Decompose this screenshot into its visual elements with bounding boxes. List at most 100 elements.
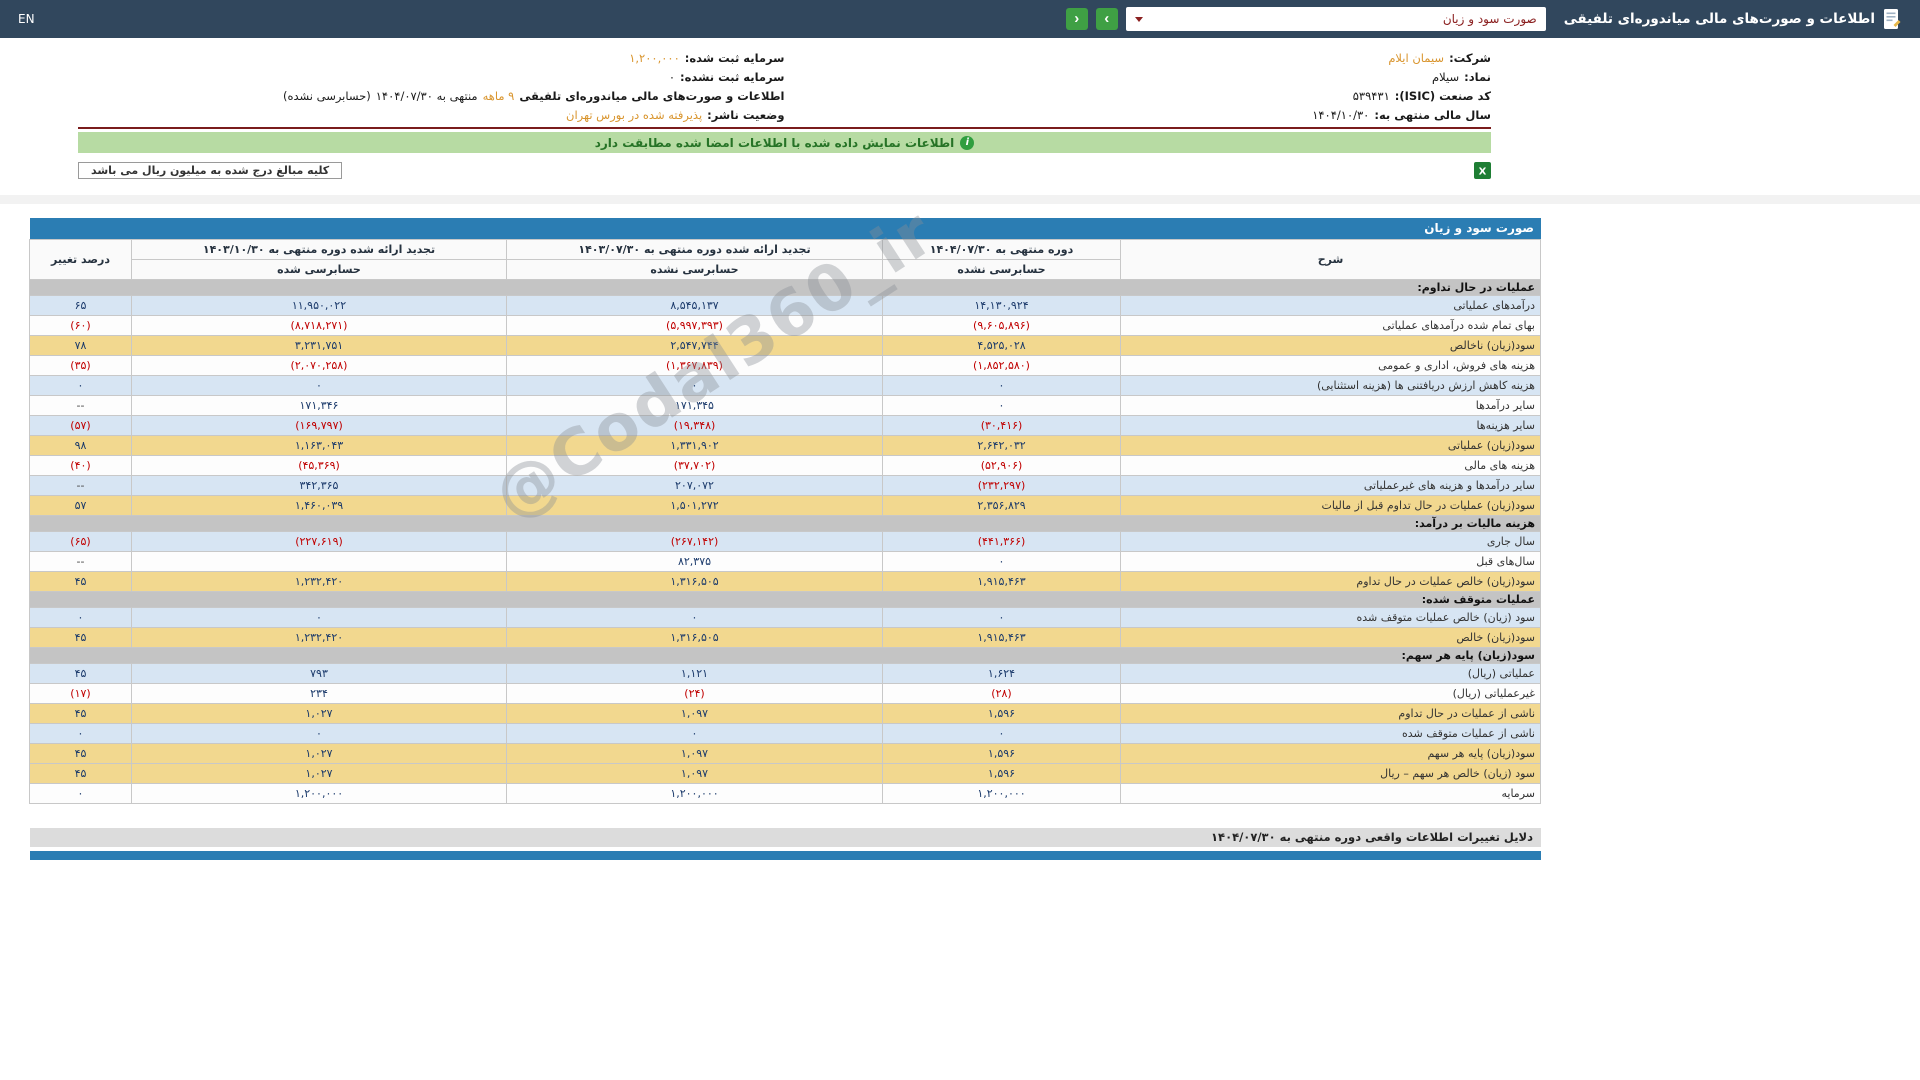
section-label: سود(زیان) پایه هر سهم: <box>30 648 1541 664</box>
row-label: سرمایه <box>1121 784 1541 804</box>
value-cell: ۱,۵۰۱,۲۷۲ <box>507 496 883 516</box>
value-cell: ۰ <box>883 552 1121 572</box>
value-cell: ۱,۹۱۵,۴۶۳ <box>883 628 1121 648</box>
statement-row: سود(زیان) عملیات در حال تداوم قبل از مال… <box>30 496 1541 516</box>
statement-table: شرحدوره منتهی به ۱۴۰۴/۰۷/۳۰تجدید ارائه ش… <box>29 239 1541 804</box>
row-label: سال جاری <box>1121 532 1541 552</box>
value-cell: ۰ <box>507 724 883 744</box>
info-label: وضعیت ناشر: <box>707 108 784 122</box>
audit-subheader: حسابرسی شده <box>132 260 507 280</box>
statement-table-section: صورت سود و زیان شرحدوره منتهی به ۱۴۰۴/۰۷… <box>30 218 1541 804</box>
value-cell: ۲,۵۴۷,۷۴۴ <box>507 336 883 356</box>
value-cell: ۱,۵۹۶ <box>883 764 1121 784</box>
statement-row: سود (زیان) خالص عملیات متوقف شده۰۰۰۰ <box>30 608 1541 628</box>
info-value: ۱۴۰۴/۱۰/۳۰ <box>1312 108 1369 122</box>
value-cell: ۱,۰۹۷ <box>507 704 883 724</box>
svg-text:X: X <box>1479 167 1487 178</box>
change-cell: ۴۵ <box>30 704 132 724</box>
row-label: سود(زیان) عملیات در حال تداوم قبل از مال… <box>1121 496 1541 516</box>
value-cell: ۱,۲۰۰,۰۰۰ <box>883 784 1121 804</box>
value-cell: (۹,۶۰۵,۸۹۶) <box>883 316 1121 336</box>
value-cell: ۳,۲۳۱,۷۵۱ <box>132 336 507 356</box>
statement-row: ناشی از عملیات متوقف شده۰۰۰۰ <box>30 724 1541 744</box>
column-header: تجدید ارائه شده دوره منتهی به ۱۴۰۳/۰۷/۳۰ <box>507 240 883 260</box>
excel-export-icon[interactable]: X <box>1474 162 1491 179</box>
change-cell: ۷۸ <box>30 336 132 356</box>
language-toggle[interactable]: EN <box>18 12 35 26</box>
info-value: (حسابرسی نشده) <box>283 89 371 103</box>
statement-row: عملیاتی (ریال)۱,۶۲۴۱,۱۲۱۷۹۳۴۵ <box>30 664 1541 684</box>
row-label: سود(زیان) پایه هر سهم <box>1121 744 1541 764</box>
value-cell: ۱,۹۱۵,۴۶۳ <box>883 572 1121 592</box>
value-cell: (۲۸) <box>883 684 1121 704</box>
statement-row: سال جاری(۴۴۱,۳۶۶)(۲۶۷,۱۴۲)(۲۲۷,۶۱۹)(۶۵) <box>30 532 1541 552</box>
statement-table-head: شرحدوره منتهی به ۱۴۰۴/۰۷/۳۰تجدید ارائه ش… <box>30 240 1541 280</box>
row-label: عملیاتی (ریال) <box>1121 664 1541 684</box>
statement-row: سود(زیان) عملیاتی۲,۶۴۲,۰۳۲۱,۳۳۱,۹۰۲۱,۱۶۳… <box>30 436 1541 456</box>
change-cell: ۵۷ <box>30 496 132 516</box>
info-row: سال مالی منتهی به: ۱۴۰۴/۱۰/۳۰ <box>785 105 1492 124</box>
topbar-right-group: اطلاعات و صورت‌های مالی میاندوره‌ای تلفی… <box>1066 7 1902 31</box>
statement-select[interactable]: صورت سود و زیان <box>1126 7 1546 31</box>
info-label: سرمایه ثبت شده: <box>685 51 785 65</box>
value-cell: ۰ <box>507 376 883 396</box>
statement-row: سود(زیان) خالص عملیات در حال تداوم۱,۹۱۵,… <box>30 572 1541 592</box>
change-cell: ۴۵ <box>30 664 132 684</box>
row-label: سال‌های قبل <box>1121 552 1541 572</box>
divider-red-line <box>78 127 1491 129</box>
topbar: EN اطلاعات و صورت‌های مالی میاندوره‌ای ت… <box>0 0 1920 38</box>
info-label: سال مالی منتهی به: <box>1374 108 1491 122</box>
info-row: کد صنعت (ISIC):۵۳۹۴۳۱ <box>785 86 1492 105</box>
row-label: ناشی از عملیات متوقف شده <box>1121 724 1541 744</box>
row-label: درآمدهای عملیاتی <box>1121 296 1541 316</box>
value-cell: (۱۹,۳۴۸) <box>507 416 883 436</box>
value-cell: ۱,۶۲۴ <box>883 664 1121 684</box>
info-label: اطلاعات و صورت‌های مالی میاندوره‌ای تلفی… <box>519 89 784 103</box>
row-label: سود (زیان) خالص عملیات متوقف شده <box>1121 608 1541 628</box>
statement-table-body: عملیات در حال تداوم:درآمدهای عملیاتی۱۴,۱… <box>30 280 1541 804</box>
statement-row: سود(زیان) پایه هر سهم۱,۵۹۶۱,۰۹۷۱,۰۲۷۴۵ <box>30 744 1541 764</box>
change-cell: ۰ <box>30 784 132 804</box>
value-cell: ۱,۰۲۷ <box>132 744 507 764</box>
value-cell: ۸۲,۳۷۵ <box>507 552 883 572</box>
section-row: هزینه مالیات بر درآمد: <box>30 516 1541 532</box>
statement-row: سود (زیان) خالص هر سهم – ریال۱,۵۹۶۱,۰۹۷۱… <box>30 764 1541 784</box>
info-row: وضعیت ناشر:پذیرفته شده در بورس تهران <box>78 105 785 124</box>
value-cell: ۱,۰۲۷ <box>132 764 507 784</box>
value-cell: ۲۳۴ <box>132 684 507 704</box>
statement-row: هزینه های مالی(۵۲,۹۰۶)(۳۷,۷۰۲)(۴۵,۳۶۹)(۴… <box>30 456 1541 476</box>
value-cell: (۵۲,۹۰۶) <box>883 456 1121 476</box>
value-cell: ۰ <box>883 608 1121 628</box>
row-label: سود(زیان) عملیاتی <box>1121 436 1541 456</box>
value-cell: ۱۷۱,۳۴۵ <box>507 396 883 416</box>
change-cell: ۰ <box>30 608 132 628</box>
value-cell: ۰ <box>883 376 1121 396</box>
value-cell: (۳۷,۷۰۲) <box>507 456 883 476</box>
prev-statement-button[interactable]: ‹ <box>1066 8 1088 30</box>
chevron-down-icon <box>1135 17 1143 22</box>
value-cell: ۱,۲۰۰,۰۰۰ <box>507 784 883 804</box>
value-cell: ۰ <box>132 608 507 628</box>
value-cell: ۱,۰۹۷ <box>507 764 883 784</box>
change-cell: (۵۷) <box>30 416 132 436</box>
value-cell: ۱,۱۲۱ <box>507 664 883 684</box>
section-label: هزینه مالیات بر درآمد: <box>30 516 1541 532</box>
value-cell: (۲۲۷,۶۱۹) <box>132 532 507 552</box>
column-header: تجدید ارائه شده دوره منتهی به ۱۴۰۳/۱۰/۳۰ <box>132 240 507 260</box>
value-cell: ۱,۳۳۱,۹۰۲ <box>507 436 883 456</box>
info-label: کد صنعت (ISIC): <box>1395 89 1491 103</box>
section-label: عملیات در حال تداوم: <box>30 280 1541 296</box>
value-cell: ۳۴۲,۳۶۵ <box>132 476 507 496</box>
change-cell: ۶۵ <box>30 296 132 316</box>
value-cell: (۸,۷۱۸,۲۷۱) <box>132 316 507 336</box>
next-statement-button[interactable]: › <box>1096 8 1118 30</box>
value-cell: (۱,۸۵۲,۵۸۰) <box>883 356 1121 376</box>
divider-band <box>0 195 1920 204</box>
info-value: ۹ ماهه <box>483 89 515 103</box>
value-cell: (۳۰,۴۱۶) <box>883 416 1121 436</box>
value-cell: ۰ <box>507 608 883 628</box>
change-cell: ۴۵ <box>30 572 132 592</box>
section-row: سود(زیان) پایه هر سهم: <box>30 648 1541 664</box>
value-cell: (۵,۹۹۷,۳۹۳) <box>507 316 883 336</box>
statement-row: سایر هزینه‌ها(۳۰,۴۱۶)(۱۹,۳۴۸)(۱۶۹,۷۹۷)(۵… <box>30 416 1541 436</box>
